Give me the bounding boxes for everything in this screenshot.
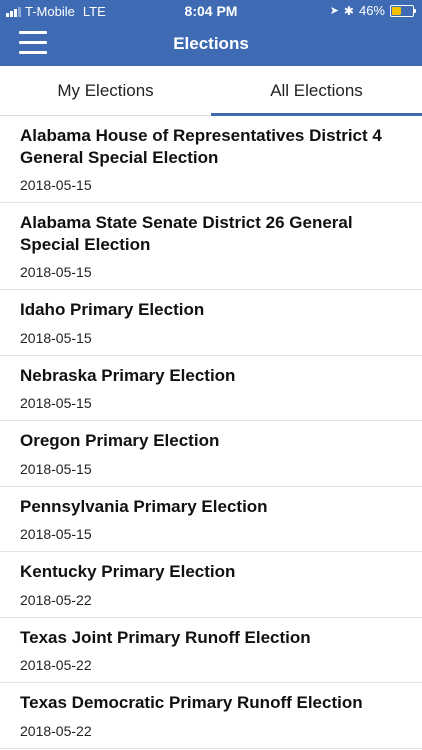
election-date: 2018-05-15 (20, 177, 92, 193)
election-date: 2018-05-15 (20, 395, 92, 411)
election-date: 2018-05-15 (20, 329, 92, 346)
status-bar: T-Mobile LTE 8:04 PM ➤ ✱ 46% (0, 0, 422, 22)
election-list-item[interactable]: Kentucky Primary Election 2018-05-22 (0, 552, 422, 618)
battery-percent: 46% (358, 3, 385, 18)
election-name: Idaho Primary Election (20, 300, 205, 319)
election-date: 2018-05-15 (20, 526, 92, 542)
navigation-bar: T-Mobile LTE 8:04 PM ➤ ✱ 46% Elections (0, 0, 422, 66)
election-list-item[interactable]: Alabama House of Representatives Distric… (0, 116, 422, 203)
election-list-item[interactable]: Oregon Primary Election 2018-05-15 (0, 421, 422, 487)
election-name: Oregon Primary Election (20, 431, 220, 450)
tab-all-elections[interactable]: All Elections (211, 66, 422, 115)
election-date: 2018-05-22 (20, 722, 92, 739)
election-date: 2018-05-22 (20, 591, 92, 608)
election-name: Nebraska Primary Election (20, 365, 236, 385)
tab-my-elections[interactable]: My Elections (0, 66, 211, 115)
election-name: Kentucky Primary Election (20, 562, 236, 581)
battery-icon (390, 4, 416, 17)
election-list-item[interactable]: Pennsylvania Primary Election 2018-05-15 (0, 487, 422, 552)
election-name: Texas Joint Primary Runoff Election (20, 627, 311, 647)
bluetooth-icon: ✱ (343, 3, 354, 18)
election-date: 2018-05-22 (20, 657, 92, 673)
election-name: Alabama State Senate District 26 General… (20, 213, 353, 254)
page-title: Elections (173, 34, 249, 53)
location-icon: ➤ (329, 5, 339, 17)
election-list-item[interactable]: Texas Joint Primary Runoff Election 2018-… (0, 618, 422, 683)
status-right: ➤ ✱ 46% (329, 3, 416, 18)
election-list-item[interactable]: Nebraska Primary Election 2018-05-15 (0, 356, 422, 421)
election-name: Alabama House of Representatives Distric… (20, 126, 382, 167)
election-date: 2018-05-15 (20, 264, 92, 280)
election-list-item[interactable]: Texas Democratic Primary Runoff Election… (0, 683, 422, 749)
election-list-item[interactable]: Alabama State Senate District 26 General… (0, 203, 422, 290)
election-date: 2018-05-15 (20, 460, 92, 477)
election-list: Alabama House of Representatives Distric… (0, 116, 422, 749)
election-name: Pennsylvania Primary Election (20, 496, 268, 516)
election-name: Texas Democratic Primary Runoff Election (20, 693, 363, 712)
tab-bar: My Elections All Elections (0, 66, 422, 116)
election-list-item[interactable]: Idaho Primary Election 2018-05-15 (0, 290, 422, 356)
